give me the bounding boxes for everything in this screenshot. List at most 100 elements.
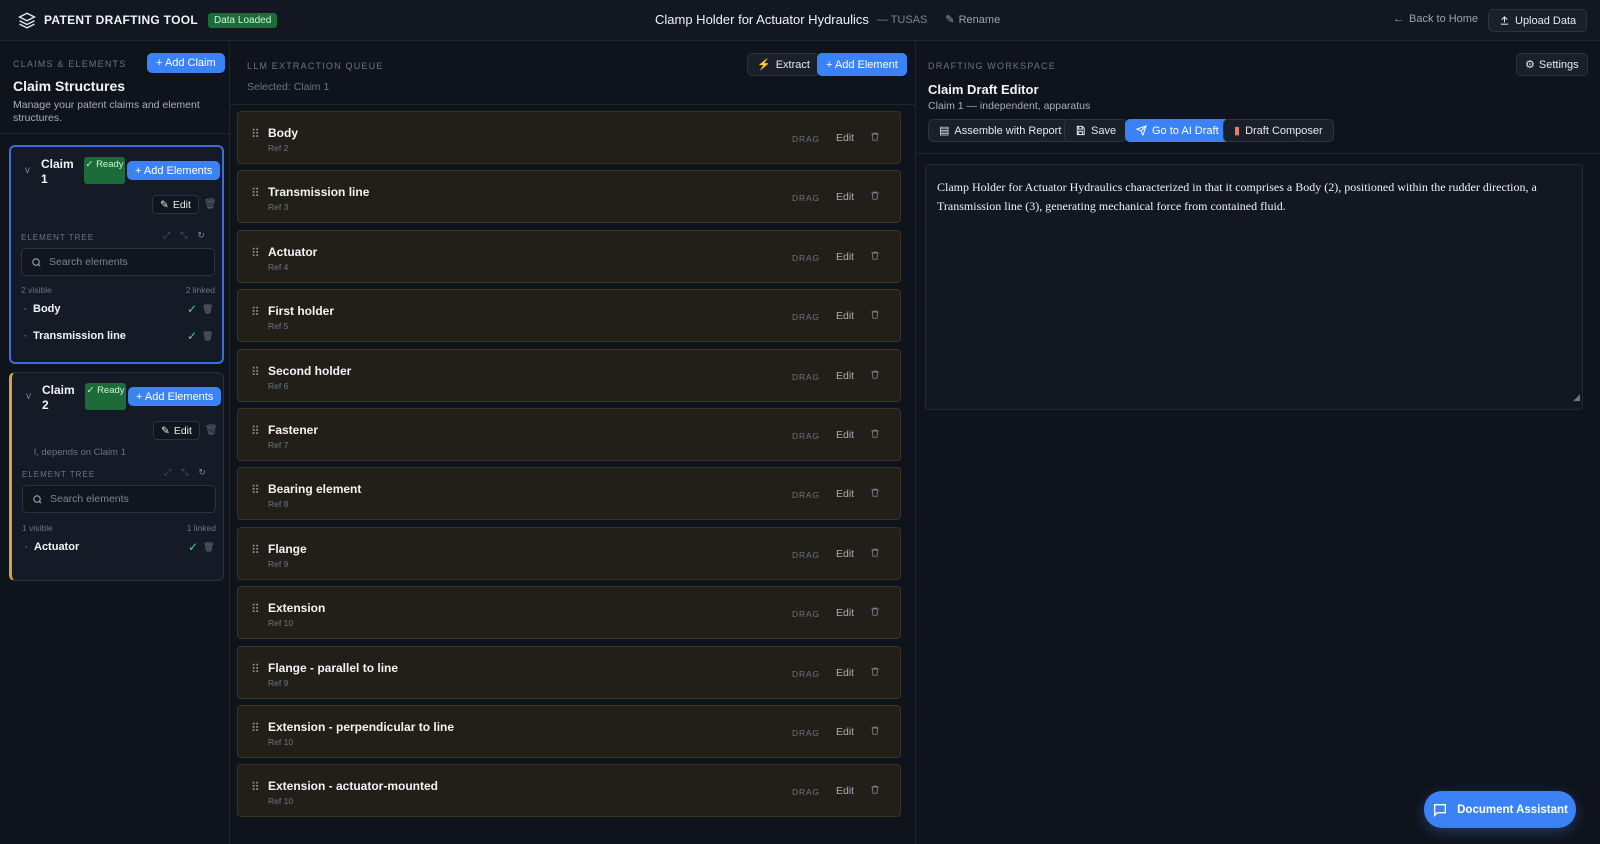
trash-icon[interactable]	[870, 428, 880, 439]
chevron-down-icon[interactable]: v	[25, 165, 30, 176]
edit-item-button[interactable]: Edit	[836, 132, 854, 144]
queue-item[interactable]: ⠿ Bearing element Ref 8 DRAG Edit	[237, 467, 901, 521]
queue-item[interactable]: ⠿ Extension - actuator-mounted Ref 10 DRAG E…	[237, 764, 901, 818]
save-button[interactable]: Save	[1064, 119, 1128, 142]
go-to-ai-draft-button[interactable]: Go to AI Draft	[1125, 119, 1230, 142]
claim-card-1[interactable]: v Claim 1 ✓ Ready + Add Elements ✎ Edit …	[9, 145, 224, 364]
resize-handle-icon[interactable]: ◢	[1573, 388, 1580, 407]
ready-badge: ✓ Ready	[85, 383, 126, 410]
draft-composer-button[interactable]: ▮ Draft Composer	[1223, 119, 1334, 142]
edit-item-button[interactable]: Edit	[836, 191, 854, 203]
add-claim-button[interactable]: + Add Claim	[147, 53, 225, 73]
trash-icon[interactable]	[870, 190, 880, 201]
expand-icon[interactable]: ⤢	[164, 467, 171, 478]
trash-icon[interactable]: 🗑	[205, 425, 218, 436]
trash-icon[interactable]	[870, 725, 880, 736]
queue-item-ref: Ref 9	[268, 558, 289, 569]
drag-handle-icon[interactable]: ⠿	[251, 247, 260, 259]
assemble-with-report-button[interactable]: ▤ Assemble with Report	[928, 119, 1073, 142]
trash-icon[interactable]: 🗑	[203, 542, 214, 553]
extract-button[interactable]: ⚡ Extract	[747, 53, 820, 76]
collapse-icon[interactable]: ⤡	[181, 467, 188, 478]
drag-handle-icon[interactable]: ⠿	[251, 781, 260, 793]
queue-item[interactable]: ⠿ Body Ref 2 DRAG Edit	[237, 111, 901, 164]
expand-icon[interactable]: ⤢	[163, 230, 170, 241]
queue-item[interactable]: ⠿ Second holder Ref 6 DRAG Edit	[237, 348, 901, 402]
brand-name: PATENT DRAFTING TOOL	[44, 13, 198, 27]
drag-handle-icon[interactable]: ⠿	[251, 544, 260, 556]
queue-item[interactable]: ⠿ Flange - parallel to line Ref 9 DRAG Edit	[237, 645, 901, 699]
drag-handle-icon[interactable]: ⠿	[251, 484, 260, 496]
queue-item[interactable]: ⠿ Flange Ref 9 DRAG Edit	[237, 526, 901, 580]
trash-icon[interactable]	[870, 369, 880, 380]
queue-item[interactable]: ⠿ Actuator Ref 4 DRAG Edit	[237, 229, 901, 283]
tree-element-label: Actuator	[34, 541, 80, 553]
queue-item[interactable]: ⠿ First holder Ref 5 DRAG Edit	[237, 289, 901, 343]
search-elements-input[interactable]: Search elements	[22, 485, 216, 513]
document-assistant-button[interactable]: Document Assistant	[1424, 791, 1576, 828]
edit-item-button[interactable]: Edit	[836, 429, 854, 441]
drag-handle-icon[interactable]: ⠿	[251, 187, 260, 199]
tree-element[interactable]: · Actuator ✓ 🗑	[22, 535, 216, 559]
collapse-icon[interactable]: ⤡	[180, 230, 187, 241]
drag-handle-icon[interactable]: ⠿	[251, 722, 260, 734]
edit-item-button[interactable]: Edit	[836, 548, 854, 560]
trash-icon[interactable]: 🗑	[204, 199, 217, 210]
add-elements-button[interactable]: + Add Elements	[127, 161, 221, 180]
check-icon: ✓	[187, 302, 198, 316]
queue-item-name: Second holder	[268, 363, 352, 378]
trash-icon[interactable]: 🗑	[202, 304, 213, 315]
claim-dependency: l, depends on Claim 1	[34, 447, 126, 458]
edit-item-button[interactable]: Edit	[836, 726, 854, 738]
drag-handle-icon[interactable]: ⠿	[251, 425, 260, 437]
drag-handle-icon[interactable]: ⠿	[251, 306, 260, 318]
trash-icon[interactable]	[870, 309, 880, 320]
edit-item-button[interactable]: Edit	[836, 667, 854, 679]
drag-handle-icon[interactable]: ⠿	[251, 603, 260, 615]
trash-icon[interactable]: 🗑	[202, 331, 213, 342]
drag-handle-icon[interactable]: ⠿	[251, 128, 260, 140]
edit-item-button[interactable]: Edit	[836, 607, 854, 619]
edit-item-button[interactable]: Edit	[836, 785, 854, 797]
edit-item-button[interactable]: Edit	[836, 488, 854, 500]
claim-draft-textarea[interactable]: Clamp Holder for Actuator Hydraulics cha…	[925, 164, 1583, 410]
edit-item-button[interactable]: Edit	[836, 370, 854, 382]
chevron-down-icon[interactable]: v	[26, 391, 31, 402]
trash-icon[interactable]	[870, 784, 880, 795]
element-tree-caption: ELEMENT TREE	[21, 233, 95, 242]
rename-button[interactable]: ✎ Rename	[945, 13, 1000, 27]
queue-item[interactable]: ⠿ Extension Ref 10 DRAG Edit	[237, 586, 901, 640]
add-element-button[interactable]: + Add Element	[817, 53, 907, 76]
trash-icon[interactable]	[870, 487, 880, 498]
edit-item-button[interactable]: Edit	[836, 251, 854, 263]
queue-item[interactable]: ⠿ Fastener Ref 7 DRAG Edit	[237, 408, 901, 461]
claim-card-2[interactable]: v Claim 2 ✓ Ready + Add Elements ✎ Edit …	[9, 372, 224, 581]
element-tree-caption: ELEMENT TREE	[22, 470, 96, 479]
back-to-home-link[interactable]: ← Back to Home	[1393, 13, 1478, 25]
brand[interactable]: PATENT DRAFTING TOOL Data Loaded	[18, 11, 278, 29]
drag-handle-icon[interactable]: ⠿	[251, 663, 260, 675]
add-elements-button[interactable]: + Add Elements	[128, 387, 222, 406]
queue-item[interactable]: ⠿ Extension - perpendicular to line Ref 10…	[237, 705, 901, 758]
trash-icon[interactable]	[870, 131, 880, 142]
queue-item[interactable]: ⠿ Transmission line Ref 3 DRAG Edit	[237, 170, 901, 224]
visible-count: 1 visible	[22, 523, 53, 533]
search-placeholder: Search elements	[50, 493, 129, 505]
tree-element[interactable]: · Body ✓ 🗑	[21, 297, 215, 321]
edit-label: Edit	[172, 198, 191, 211]
upload-data-button[interactable]: Upload Data	[1488, 9, 1588, 32]
trash-icon[interactable]	[870, 666, 880, 677]
search-elements-input[interactable]: Search elements	[21, 248, 215, 276]
tree-element[interactable]: · Transmission line ✓ 🗑	[21, 324, 215, 348]
trash-icon[interactable]	[870, 547, 880, 558]
drag-label: DRAG	[792, 609, 820, 620]
trash-icon[interactable]	[870, 606, 880, 617]
edit-item-button[interactable]: Edit	[836, 310, 854, 322]
refresh-icon[interactable]: ↻	[198, 467, 206, 478]
settings-button[interactable]: ⚙ Settings	[1516, 53, 1588, 76]
drag-handle-icon[interactable]: ⠿	[251, 366, 260, 378]
refresh-icon[interactable]: ↻	[197, 230, 205, 241]
trash-icon[interactable]	[870, 250, 880, 261]
edit-claim-button[interactable]: ✎ Edit	[152, 195, 199, 214]
edit-claim-button[interactable]: ✎ Edit	[153, 421, 200, 440]
